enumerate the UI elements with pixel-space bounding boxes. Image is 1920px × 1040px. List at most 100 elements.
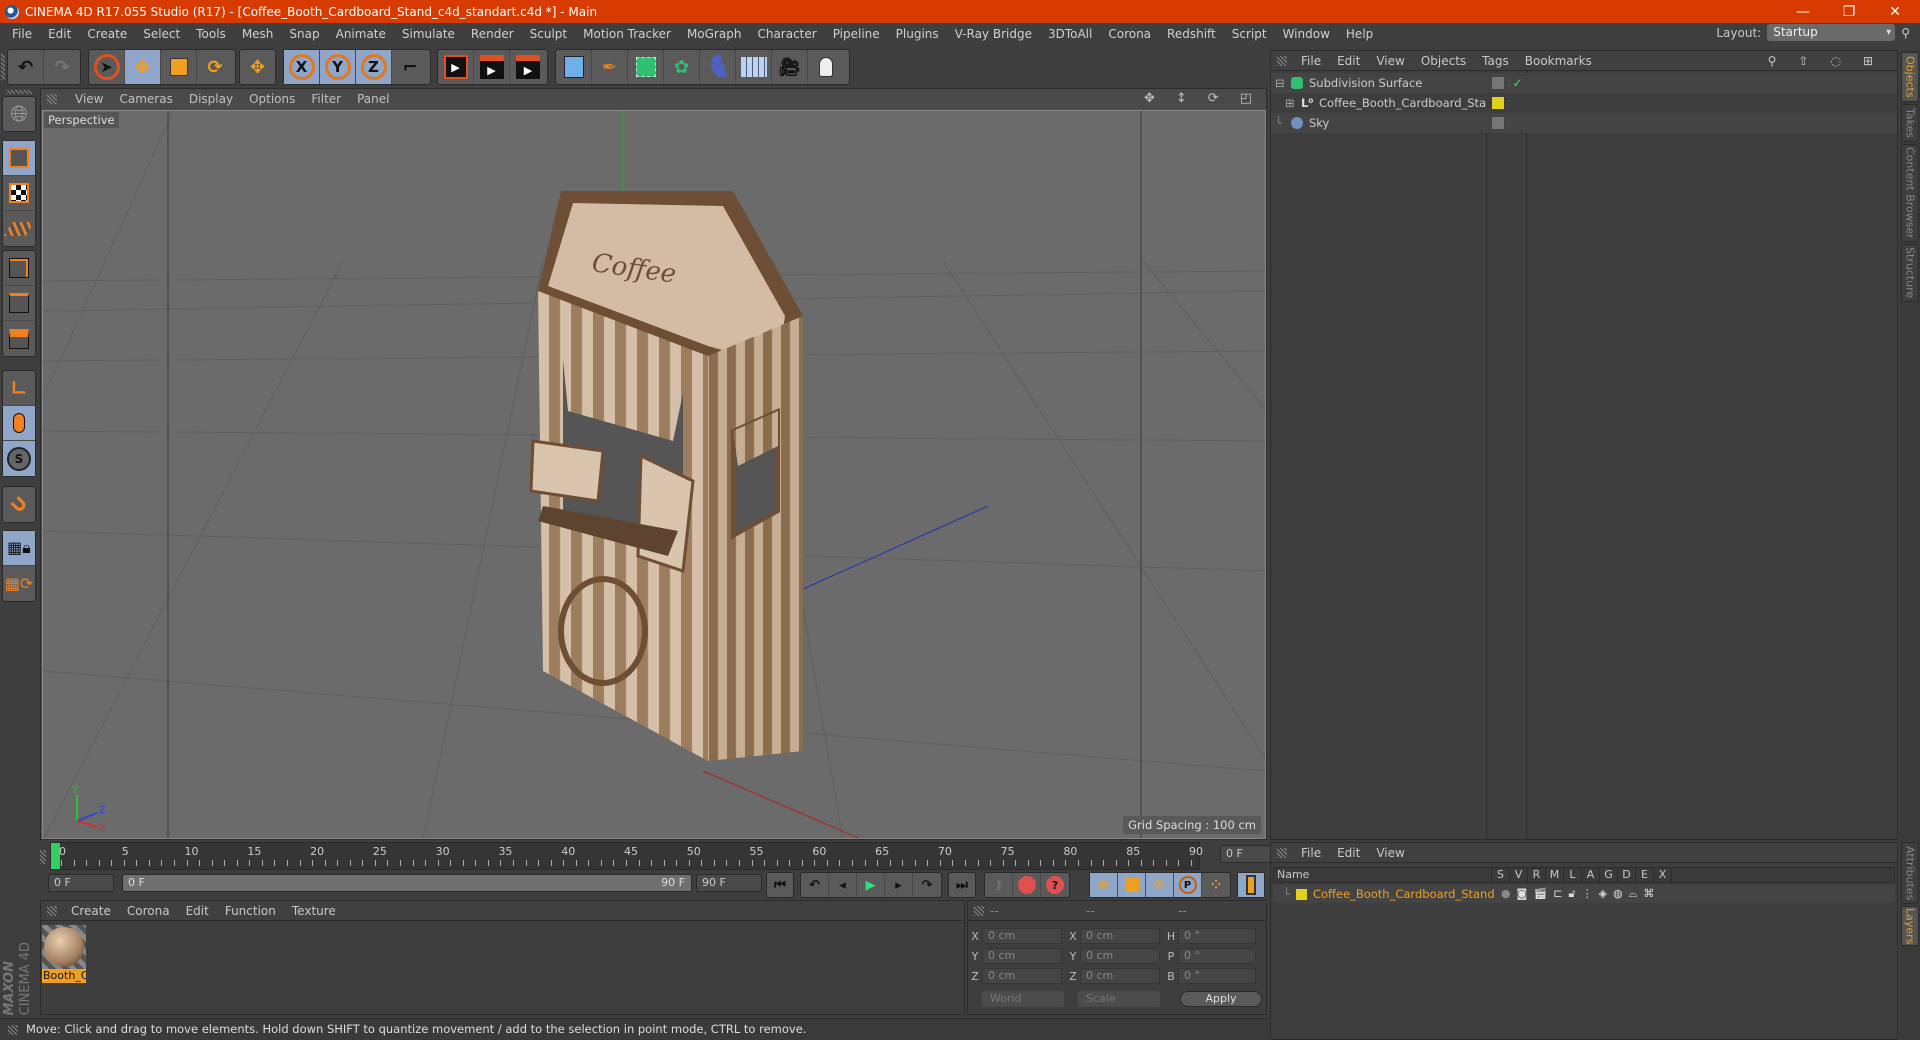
menu-pipeline[interactable]: Pipeline (825, 27, 888, 41)
menu-sculpt[interactable]: Sculpt (522, 27, 575, 41)
size-y-field[interactable]: 0 cm (1080, 948, 1160, 964)
render-icon[interactable]: 🎬︎ (1533, 887, 1547, 901)
polygons-mode-button[interactable] (3, 321, 35, 356)
layer-menu-edit[interactable]: Edit (1329, 846, 1368, 860)
snap-button[interactable]: S (3, 441, 35, 476)
menu-snap[interactable]: Snap (281, 27, 327, 41)
solo-icon[interactable]: ● (1501, 887, 1511, 901)
menu-3dtoall[interactable]: 3DToAll (1040, 27, 1100, 41)
object-row-sky[interactable]: └ Sky ⁚ (1271, 113, 1897, 133)
object-row-subdivision[interactable]: ⊟ Subdivision Surface ⁚ ✓ (1271, 73, 1897, 93)
object-row-coffee-booth[interactable]: ⊞ L⁰ Coffee_Booth_Cardboard_Stand ⁚ (1271, 93, 1897, 113)
go-to-start-button[interactable]: ⏮ (767, 873, 793, 897)
menu-mograph[interactable]: MoGraph (679, 27, 750, 41)
tab-attributes[interactable]: Attributes (1901, 842, 1919, 904)
motion-record-button[interactable]: ⚷ (985, 873, 1013, 897)
visibility-dots[interactable]: ⁚ (1508, 99, 1511, 108)
z-axis-button[interactable]: Z (356, 50, 392, 84)
next-key-button[interactable]: ↷ (913, 873, 941, 897)
menu-animate[interactable]: Animate (328, 27, 394, 41)
new-window-icon[interactable]: ⊞ (1855, 54, 1881, 68)
rot-p-field[interactable]: 0 ° (1178, 948, 1256, 964)
go-to-end-button[interactable]: ⏭ (949, 873, 975, 897)
material-menu-corona[interactable]: Corona (119, 904, 178, 918)
object-menu-tags[interactable]: Tags (1474, 54, 1517, 68)
pos-y-field[interactable]: 0 cm (982, 948, 1062, 964)
menu-window[interactable]: Window (1275, 27, 1338, 41)
manager-icon[interactable]: ⊏ (1553, 887, 1562, 901)
col-render[interactable]: R (1528, 868, 1546, 882)
menu-edit[interactable]: Edit (40, 27, 79, 41)
timeline-window-button[interactable] (1238, 873, 1264, 897)
menu-render[interactable]: Render (463, 27, 522, 41)
render-picture-viewer-button[interactable]: ▶ (474, 50, 510, 84)
object-grip[interactable] (1277, 56, 1287, 66)
view-icon[interactable]: ◙ (1517, 887, 1528, 901)
viewport-menu-panel[interactable]: Panel (349, 92, 397, 106)
menu-help[interactable]: Help (1338, 27, 1381, 41)
layer-color-swatch[interactable] (1295, 888, 1307, 900)
pen-button[interactable]: ✒ (592, 50, 628, 84)
col-locked[interactable]: L (1564, 868, 1582, 882)
material-menu-texture[interactable]: Texture (284, 904, 344, 918)
viewport-menu-view[interactable]: View (67, 92, 111, 106)
key-rotation-button[interactable]: ⟳ (1146, 873, 1174, 897)
viewport-grip[interactable] (47, 94, 57, 104)
timeline-ruler[interactable]: 0 5 10 15 20 25 30 35 40 45 50 55 60 65 70 75 80 85 90 (50, 842, 1203, 870)
object-menu-edit[interactable]: Edit (1329, 54, 1368, 68)
end-frame-field[interactable]: 90 F (696, 874, 762, 892)
preview-range-slider[interactable]: 0 F 90 F (122, 874, 692, 892)
collapse-icon[interactable]: ⊟ (1275, 76, 1287, 90)
maximize-view-icon[interactable]: ◰ (1232, 91, 1260, 106)
tab-objects[interactable]: Objects (1901, 52, 1919, 102)
minimize-button[interactable]: — (1780, 0, 1826, 23)
make-editable-button[interactable]: 🌐︎ (3, 97, 35, 132)
display-tag-icon[interactable] (1492, 77, 1504, 89)
material-swatch[interactable]: Booth_C (42, 925, 86, 983)
coordinate-system-button[interactable]: ⌐ (392, 50, 428, 84)
pos-z-field[interactable]: 0 cm (982, 968, 1062, 984)
start-frame-field[interactable]: 0 F (48, 874, 114, 892)
menu-plugins[interactable]: Plugins (888, 27, 947, 41)
key-position-button[interactable]: ✥ (1090, 873, 1118, 897)
animation-icon[interactable]: ⋮ (1582, 887, 1593, 901)
model-mode-button[interactable] (3, 141, 35, 176)
tab-layers[interactable]: Layers (1901, 906, 1919, 946)
visibility-dots[interactable]: ⁚ (1508, 79, 1511, 88)
menu-motion-tracker[interactable]: Motion Tracker (575, 27, 679, 41)
size-z-field[interactable]: 0 cm (1080, 968, 1160, 984)
layer-menu-view[interactable]: View (1368, 846, 1412, 860)
light-button[interactable] (808, 50, 844, 84)
subdivision-surface-button[interactable] (628, 50, 664, 84)
record-button[interactable] (1013, 873, 1041, 897)
apply-button[interactable]: Apply (1180, 991, 1262, 1007)
col-solo[interactable]: S (1492, 868, 1510, 882)
coord-space-dropdown[interactable]: World (982, 991, 1064, 1007)
orbit-icon[interactable]: ⟳ (1200, 91, 1227, 106)
floor-button[interactable] (736, 50, 772, 84)
visibility-dots[interactable]: ⁚ (1508, 119, 1511, 128)
display-tag-icon[interactable] (1492, 117, 1504, 129)
pan-icon[interactable]: ✥ (1136, 91, 1163, 106)
material-menu-function[interactable]: Function (217, 904, 284, 918)
expression-icon[interactable]: ⌓ (1629, 887, 1638, 901)
search-icon[interactable]: ⚲ (1901, 26, 1910, 40)
dolly-icon[interactable]: ↕ (1168, 91, 1195, 106)
menu-redshift[interactable]: Redshift (1159, 27, 1224, 41)
layer-color-swatch[interactable] (1492, 97, 1504, 109)
toolbar-grip[interactable] (1, 54, 5, 80)
lock-icon[interactable]: 🔓︎ (1568, 887, 1575, 901)
menu-select[interactable]: Select (135, 27, 188, 41)
cube-button[interactable] (556, 50, 592, 84)
key-parameter-button[interactable]: P (1174, 873, 1202, 897)
col-expressions[interactable]: E (1636, 868, 1654, 882)
tweak-mode-button[interactable] (3, 406, 35, 441)
texture-mode-button[interactable] (3, 176, 35, 211)
layout-dropdown[interactable]: Startup (1767, 24, 1896, 41)
viewport-menu-options[interactable]: Options (241, 92, 303, 106)
search-icon[interactable]: ⚲ (1760, 54, 1785, 68)
object-menu-objects[interactable]: Objects (1413, 54, 1474, 68)
camera-button[interactable]: 🎥︎ (772, 50, 808, 84)
menu-simulate[interactable]: Simulate (394, 27, 463, 41)
workplane-rotate-button[interactable]: ▦⟳ (3, 566, 35, 601)
